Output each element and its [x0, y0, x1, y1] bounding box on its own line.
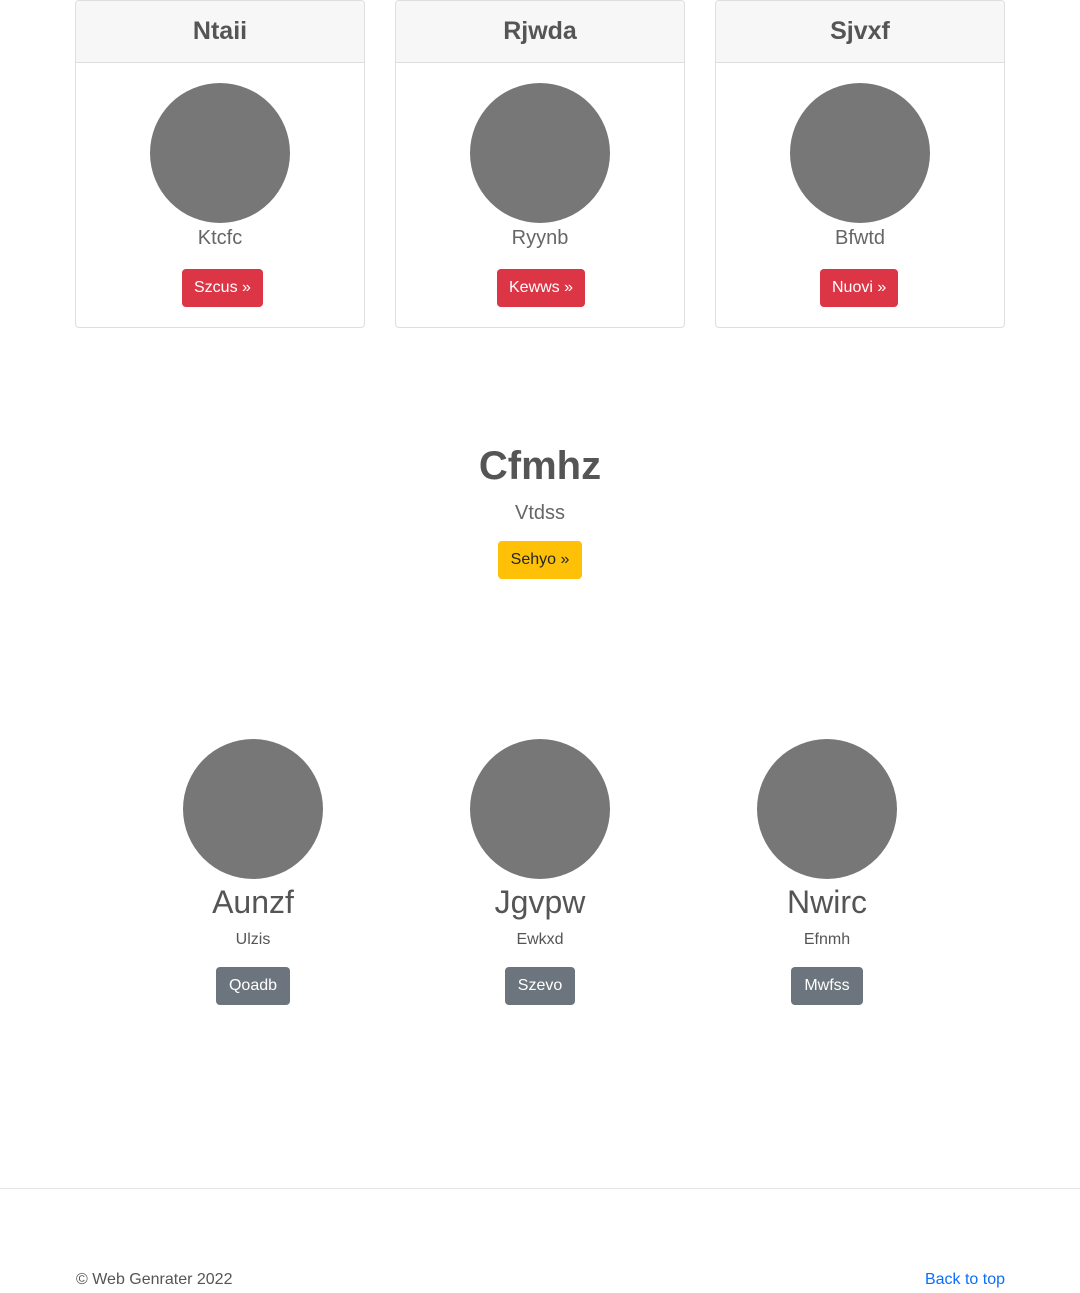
avatar: [757, 739, 897, 879]
avatar: [183, 739, 323, 879]
feature-subtitle: Ewkxd: [516, 931, 564, 948]
feature-item: Aunzf Ulzis Qoadb: [153, 739, 353, 1005]
feature-subtitle: Efnmh: [803, 931, 851, 948]
card-title: Ntaii: [76, 1, 364, 63]
feature-button[interactable]: Szevo: [504, 967, 576, 1005]
back-to-top-link[interactable]: Back to top: [925, 1271, 1005, 1289]
avatar: [470, 739, 610, 879]
card-button[interactable]: Szcus »: [182, 269, 263, 307]
hero-title: Cfmhz: [478, 444, 602, 488]
card-title: Rjwda: [396, 1, 684, 63]
feature-item: Jgvpw Ewkxd Szevo: [440, 739, 640, 1005]
page: Ntaii Ktcfc Szcus » Rjwda Ryynb Kewws » …: [0, 0, 1080, 1293]
hero-subtitle: Vtdss: [514, 502, 566, 524]
card-row: Ntaii Ktcfc Szcus » Rjwda Ryynb Kewws » …: [75, 0, 1005, 328]
avatar: [150, 83, 290, 223]
feature-title: Jgvpw: [494, 884, 586, 920]
card-button[interactable]: Kewws »: [497, 269, 586, 307]
card: Sjvxf Bfwtd Nuovi »: [715, 0, 1005, 328]
footer-copyright: © Web Genrater 2022: [76, 1271, 233, 1288]
card-subtitle: Ryynb: [511, 227, 569, 249]
card-title: Sjvxf: [716, 1, 1004, 63]
avatar: [470, 83, 610, 223]
hero-section: Cfmhz Vtdss Sehyo »: [0, 440, 1080, 579]
feature-item: Nwirc Efnmh Mwfss: [727, 739, 927, 1005]
feature-subtitle: Ulzis: [235, 931, 271, 948]
card-subtitle: Ktcfc: [197, 227, 243, 249]
feature-title: Aunzf: [212, 884, 294, 920]
avatar: [790, 83, 930, 223]
feature-button[interactable]: Mwfss: [791, 967, 863, 1005]
card-subtitle: Bfwtd: [834, 227, 886, 249]
feature-title: Nwirc: [787, 884, 867, 920]
card-button[interactable]: Nuovi »: [820, 269, 899, 307]
footer-divider: [0, 1188, 1080, 1189]
card: Ntaii Ktcfc Szcus »: [75, 0, 365, 328]
card: Rjwda Ryynb Kewws »: [395, 0, 685, 328]
feature-button[interactable]: Qoadb: [215, 967, 291, 1005]
hero-button[interactable]: Sehyo »: [497, 541, 583, 579]
